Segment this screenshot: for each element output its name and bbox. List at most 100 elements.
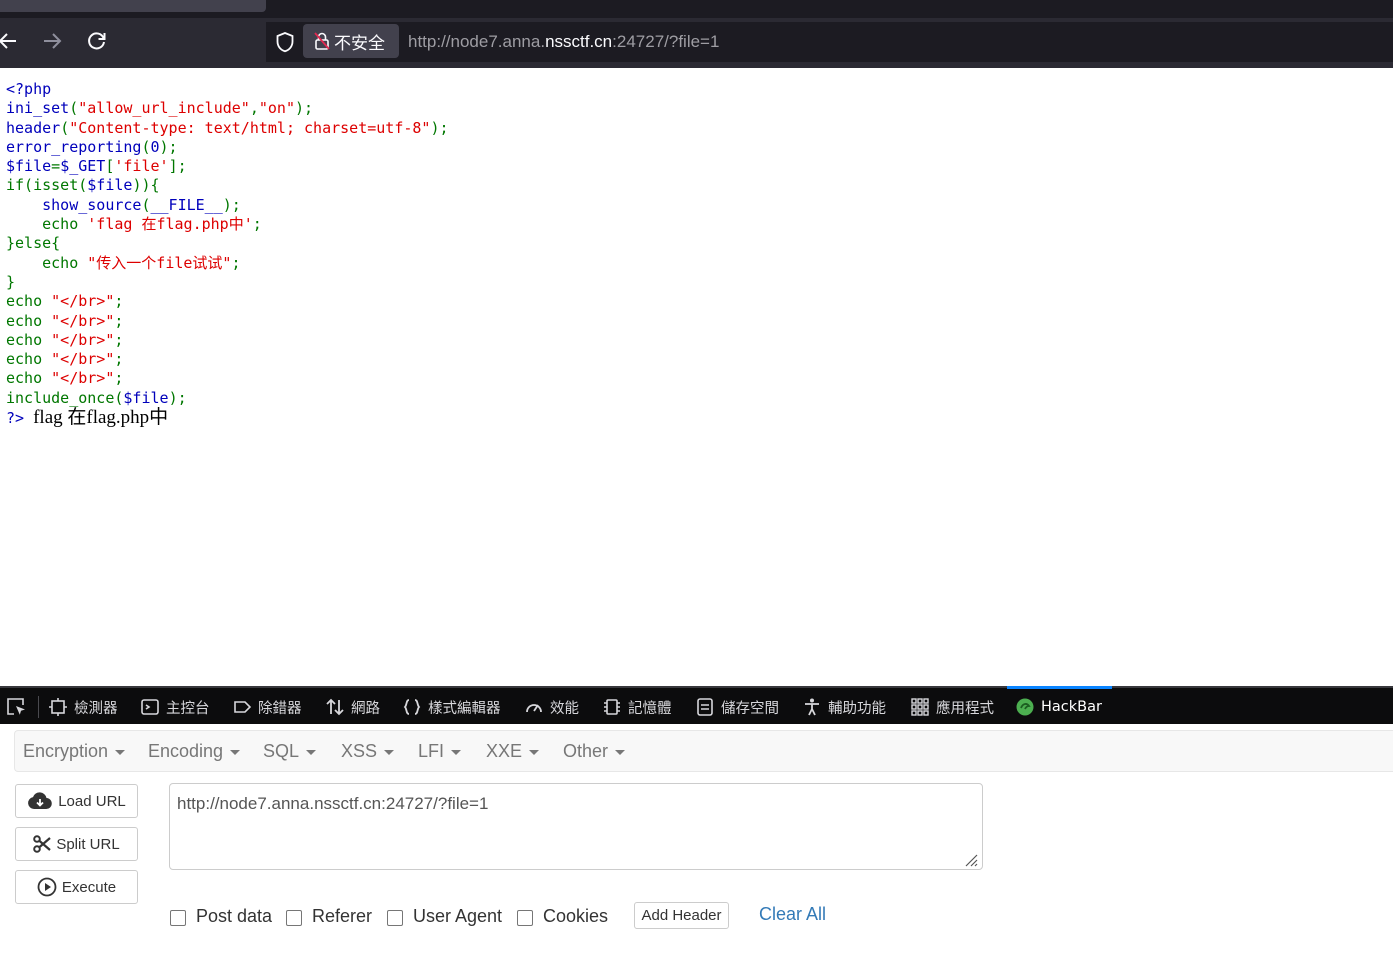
code-token: ]; [168, 157, 187, 176]
url-textarea[interactable] [169, 783, 983, 870]
clear-all-link[interactable]: Clear All [759, 904, 826, 925]
code-token: ; [114, 292, 124, 311]
code-token: "Content-type: text/html; charset=utf-8" [69, 118, 431, 137]
devtools-tab-bar: 檢測器 主控台 除錯器 網路 樣式編輯器 效能 記憶體 儲存空間 輔助功能 應用程式 HackBar [0, 686, 1393, 726]
referer-option[interactable]: Referer [286, 904, 372, 928]
code-token: 'flag 在flag.php中' [87, 215, 253, 234]
split-url-label: Split URL [56, 835, 120, 853]
php-source-code: <?php ini_set("allow_url_include","on");… [6, 80, 449, 428]
url-bar[interactable]: 不安全 http://node7.anna.nssctf.cn:24727/?f… [266, 22, 1393, 62]
devtools-tab-memory[interactable]: 記憶體 [602, 688, 672, 726]
security-indicator[interactable]: 不安全 [303, 24, 399, 58]
menu-xxe[interactable]: XXE [486, 731, 540, 771]
devtools-tab-label: 樣式編輯器 [428, 700, 501, 717]
url-text[interactable]: http://node7.anna.nssctf.cn:24727/?file=… [408, 32, 719, 52]
devtools-tab-application[interactable]: 應用程式 [910, 688, 994, 726]
devtools-tab-debugger[interactable]: 除錯器 [232, 688, 302, 726]
caret-down-icon [306, 749, 317, 755]
code-token: "</br>" [51, 311, 115, 330]
code-line: if(isset($file)){ [6, 176, 160, 194]
forward-button[interactable] [35, 24, 69, 58]
caret-down-icon [451, 749, 462, 755]
debugger-icon [234, 701, 252, 713]
devtools-tab-console[interactable]: 主控台 [140, 688, 210, 726]
menu-xss[interactable]: XSS [341, 731, 395, 771]
user-agent-checkbox[interactable] [387, 909, 403, 926]
devtools-tab-style-editor[interactable]: 樣式編輯器 [402, 688, 501, 726]
devtools-tab-label: 效能 [550, 700, 579, 717]
resize-grip-icon[interactable] [962, 851, 978, 867]
code-token: ); [159, 137, 178, 156]
caret-down-icon [529, 749, 540, 755]
code-token: }else{ [6, 234, 61, 253]
code-line: <?php [6, 80, 51, 98]
scissors-icon [33, 835, 52, 853]
load-url-label: Load URL [58, 792, 126, 810]
inspector-icon [49, 698, 67, 716]
devtools-tab-accessibility[interactable]: 輔助功能 [802, 688, 886, 726]
cookies-checkbox[interactable] [517, 909, 533, 926]
code-line: show_source(__FILE__); [6, 196, 241, 214]
devtools-tab-label: 網路 [351, 700, 380, 717]
menu-label: Encoding [148, 740, 224, 761]
devtools-tab-storage[interactable]: 儲存空間 [695, 688, 779, 726]
devtools-tab-network[interactable]: 網路 [325, 688, 380, 726]
code-line: ?> flag 在flag.php中 [6, 408, 168, 427]
code-token: ( [60, 118, 70, 137]
referer-checkbox[interactable] [286, 909, 302, 926]
code-token: echo [6, 215, 88, 234]
add-header-button[interactable]: Add Header [634, 902, 729, 929]
url-suffix: :24727/?file=1 [612, 32, 720, 51]
devtools-tab-label: 除錯器 [258, 700, 302, 717]
load-url-button[interactable]: Load URL [15, 784, 138, 818]
code-line: echo "</br>"; [6, 369, 123, 387]
menu-other[interactable]: Other [563, 731, 626, 771]
devtools-tab-performance[interactable]: 效能 [524, 688, 579, 726]
security-label: 不安全 [334, 33, 385, 54]
code-line: header("Content-type: text/html; charset… [6, 119, 449, 137]
execute-button[interactable]: Execute [15, 870, 138, 904]
code-line: error_reporting(0); [6, 138, 178, 156]
code-token: if(isset( [6, 176, 88, 195]
devtools-tab-label: 檢測器 [74, 700, 118, 717]
devtools-tab-label: 應用程式 [936, 700, 994, 717]
performance-icon [526, 704, 542, 713]
code-token: ; [231, 253, 241, 272]
code-token: echo [6, 330, 52, 349]
cookies-option[interactable]: Cookies [517, 904, 608, 928]
menu-encryption[interactable]: Encryption [23, 731, 126, 771]
code-line: echo "</br>"; [6, 331, 123, 349]
menu-label: Other [563, 740, 609, 761]
code-line: include_once($file); [6, 389, 187, 407]
post-data-option[interactable]: Post data [170, 904, 272, 928]
pick-element-button[interactable] [5, 688, 33, 726]
devtools-tab-inspector[interactable]: 檢測器 [48, 688, 118, 726]
code-token: ; [114, 369, 124, 388]
code-token: echo [6, 369, 52, 388]
hackbar-menu-bar: Encryption Encoding SQL XSS LFI XXE Other [14, 730, 1393, 772]
post-data-checkbox[interactable] [170, 909, 186, 926]
code-line: echo "</br>"; [6, 292, 123, 310]
menu-lfi[interactable]: LFI [418, 731, 462, 771]
code-line: }else{ [6, 234, 60, 252]
code-token: , [249, 99, 259, 118]
back-arrow-icon [0, 33, 16, 49]
post-data-label: Post data [196, 905, 273, 926]
network-icon [326, 698, 344, 716]
tracking-protection-shield-icon[interactable] [274, 31, 296, 53]
menu-sql[interactable]: SQL [263, 731, 317, 771]
user-agent-option[interactable]: User Agent [387, 904, 502, 928]
forward-arrow-icon [44, 33, 62, 49]
code-token: echo [6, 350, 52, 369]
devtools-tab-hackbar[interactable]: HackBar [1007, 686, 1112, 726]
code-line: } [6, 273, 15, 291]
back-button[interactable] [0, 24, 25, 58]
active-tab[interactable] [0, 0, 266, 12]
split-url-button[interactable]: Split URL [15, 827, 138, 861]
reload-button[interactable] [80, 24, 114, 58]
devtools-tab-label: 主控台 [166, 700, 210, 717]
menu-encoding[interactable]: Encoding [148, 731, 241, 771]
menu-label: XXE [486, 740, 523, 761]
code-token: )){ [132, 176, 160, 195]
style-editor-icon [403, 699, 421, 715]
